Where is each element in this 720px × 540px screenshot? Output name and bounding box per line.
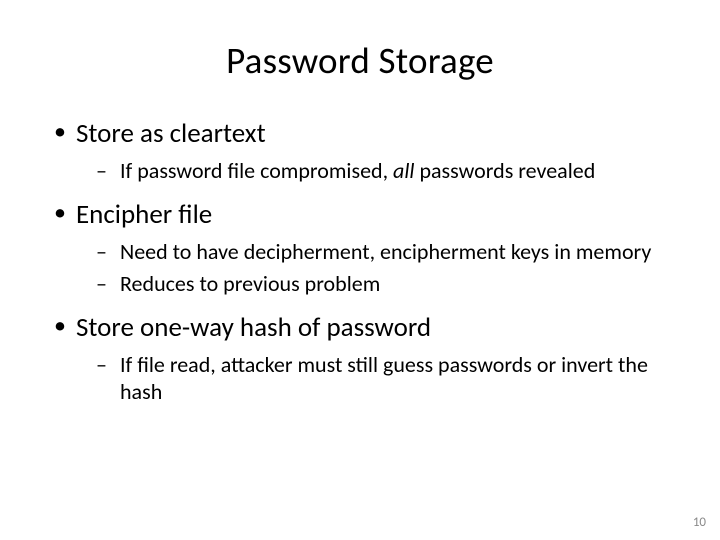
sub-item: If password file compromised, all passwo… xyxy=(76,157,670,185)
bullet-text: Store one-way hash of password xyxy=(76,311,431,344)
sub-list: If file read, attacker must still guess … xyxy=(76,351,670,406)
sub-text-em: all xyxy=(393,157,414,184)
sub-text: If file read, attacker must still guess … xyxy=(120,351,648,406)
page-number: 10 xyxy=(693,515,706,530)
sub-text-post: passwords revealed xyxy=(414,157,595,184)
bullet-item: Encipher file Need to have decipherment,… xyxy=(50,198,670,297)
bullet-item: Store as cleartext If password file comp… xyxy=(50,117,670,184)
sub-text: Need to have decipherment, encipherment … xyxy=(120,238,651,265)
sub-text-pre: If password file compromised, xyxy=(120,157,393,184)
sub-text: Reduces to previous problem xyxy=(120,270,380,297)
sub-item: If file read, attacker must still guess … xyxy=(76,351,670,406)
sub-list: Need to have decipherment, encipherment … xyxy=(76,238,670,297)
sub-item: Reduces to previous problem xyxy=(76,270,670,298)
slide-title: Password Storage xyxy=(50,38,670,83)
bullet-text: Store as cleartext xyxy=(76,117,266,150)
sub-list: If password file compromised, all passwo… xyxy=(76,157,670,185)
sub-item: Need to have decipherment, encipherment … xyxy=(76,238,670,266)
bullet-item: Store one-way hash of password If file r… xyxy=(50,311,670,406)
bullet-list: Store as cleartext If password file comp… xyxy=(50,117,670,406)
slide: Password Storage Store as cleartext If p… xyxy=(0,0,720,540)
bullet-text: Encipher file xyxy=(76,198,212,231)
